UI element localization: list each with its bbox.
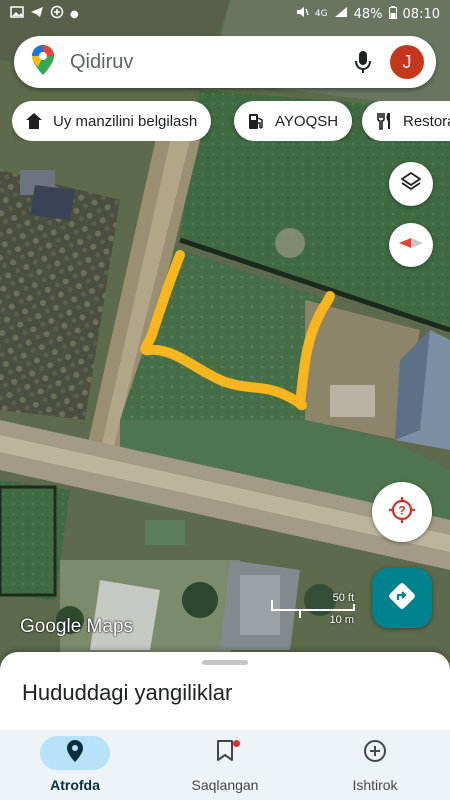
compass-icon — [398, 236, 424, 255]
vpn-icon — [50, 5, 64, 23]
chip-label: Restora — [403, 112, 450, 130]
bottom-sheet[interactable]: Hududdagi yangiliklar — [0, 652, 450, 732]
google-maps-watermark: Google Maps — [20, 616, 134, 637]
nav-item-explore[interactable]: Atrofda — [0, 730, 150, 800]
restaurant-icon — [374, 111, 394, 131]
nav-pill — [340, 736, 410, 770]
avatar[interactable]: J — [390, 45, 424, 79]
location-unknown-icon: ? — [387, 495, 417, 530]
clock-time: 08:10 — [402, 6, 440, 22]
nav-pill — [190, 736, 260, 770]
nav-label: Saqlangan — [191, 777, 259, 793]
layers-button[interactable] — [389, 162, 433, 206]
chip-restaurants[interactable]: Restora — [362, 101, 450, 141]
chip-label: AYOQSH — [275, 112, 339, 130]
nav-item-contribute[interactable]: Ishtirok — [300, 730, 450, 800]
search-bar[interactable]: Qidiruv J — [14, 36, 436, 88]
home-icon — [24, 111, 44, 131]
google-maps-pin-icon — [32, 44, 54, 80]
location-pin-icon — [67, 739, 83, 767]
nav-pill — [40, 736, 110, 770]
battery-percentage: 48% — [353, 6, 383, 22]
chip-label: Uy manzilini belgilash — [53, 112, 198, 130]
drag-handle[interactable] — [202, 660, 248, 665]
status-bar: ● 4G 48% 08:10 — [0, 0, 450, 28]
category-chips: Uy manzilini belgilash AYOQSH Restora — [12, 101, 450, 141]
directions-button[interactable] — [372, 568, 432, 628]
bookmark-icon — [216, 739, 234, 767]
signal-icon — [334, 6, 348, 22]
network-label: 4G — [314, 9, 328, 19]
sheet-title: Hududdagi yangiliklar — [22, 680, 233, 705]
map-scale: 50 ft 10 m — [270, 592, 356, 628]
directions-icon — [387, 581, 417, 616]
scale-meters: 10 m — [329, 614, 354, 626]
mic-icon[interactable] — [348, 47, 378, 77]
chip-set-home[interactable]: Uy manzilini belgilash — [12, 101, 212, 141]
gallery-icon — [10, 6, 24, 22]
svg-text:?: ? — [398, 503, 405, 517]
search-input[interactable]: Qidiruv — [70, 51, 348, 74]
add-circle-icon — [363, 739, 387, 768]
nav-label: Atrofda — [50, 777, 100, 793]
layers-icon — [400, 171, 422, 198]
compass-button[interactable] — [389, 223, 433, 267]
gas-station-icon — [246, 111, 266, 131]
battery-icon — [388, 5, 397, 23]
more-dot-icon: ● — [70, 8, 79, 20]
bottom-navigation: Atrofda Saqlangan Ishtirok — [0, 730, 450, 800]
telegram-icon — [30, 6, 44, 22]
nav-item-saved[interactable]: Saqlangan — [150, 730, 300, 800]
nav-label: Ishtirok — [352, 777, 398, 793]
my-location-button[interactable]: ? — [372, 482, 432, 542]
notification-dot — [233, 740, 240, 747]
mute-icon — [295, 5, 309, 23]
chip-gas[interactable]: AYOQSH — [234, 101, 353, 141]
